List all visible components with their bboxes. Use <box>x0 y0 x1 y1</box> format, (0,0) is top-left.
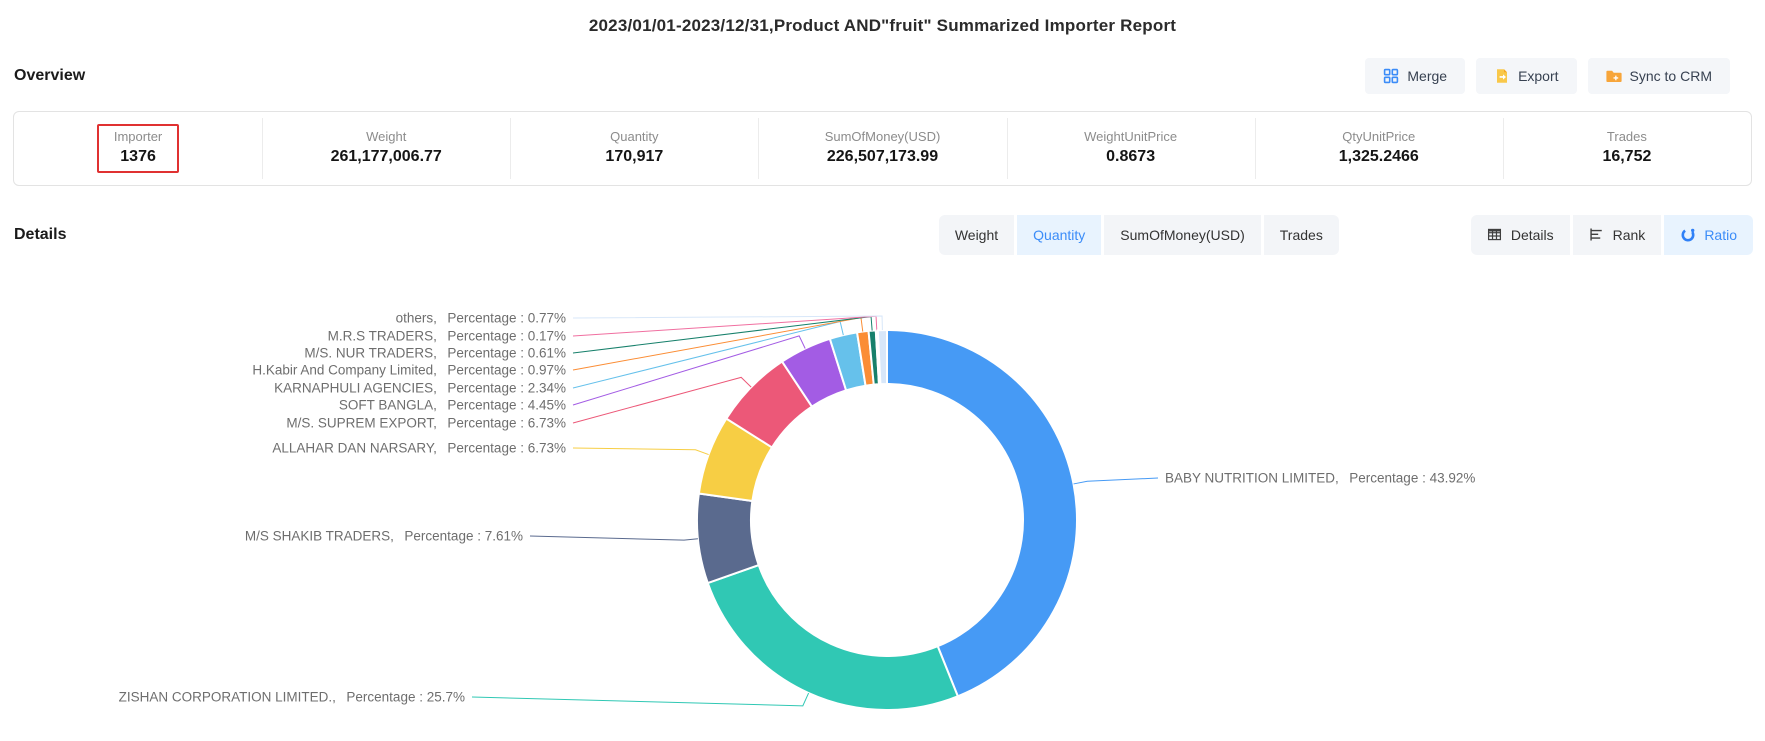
stat-value: 16,752 <box>1602 148 1651 166</box>
pie-leader-line <box>530 536 698 540</box>
table-icon <box>1487 227 1503 243</box>
pie-slice-others[interactable] <box>878 330 887 384</box>
sync-to-crm-button[interactable]: Sync to CRM <box>1588 58 1730 94</box>
pie-slice-zishan-corporation-limited[interactable] <box>708 565 958 710</box>
ratio-view-button[interactable]: Ratio <box>1664 215 1753 255</box>
tab-sumofmoney-usd[interactable]: SumOfMoney(USD) <box>1104 215 1260 255</box>
stat-weight-unit-price: WeightUnitPrice 0.8673 <box>1007 124 1255 173</box>
pie-leader-line <box>573 377 751 423</box>
tab-weight[interactable]: Weight <box>939 215 1014 255</box>
merge-button[interactable]: Merge <box>1365 58 1465 94</box>
details-view-button[interactable]: Details <box>1471 215 1570 255</box>
pie-label: BABY NUTRITION LIMITED, Percentage : 43.… <box>1165 471 1475 486</box>
view-button-label: Ratio <box>1704 227 1737 243</box>
pie-label: ALLAHAR DAN NARSARY, Percentage : 6.73% <box>272 441 566 456</box>
overview-header-row: Overview Merge Export Sync to CRM <box>14 58 1730 94</box>
stat-label: QtyUnitPrice <box>1339 129 1419 144</box>
stat-label: WeightUnitPrice <box>1084 129 1177 144</box>
pie-leader-line <box>573 316 877 336</box>
stat-label: Weight <box>331 129 442 144</box>
rank-view-button[interactable]: Rank <box>1573 215 1662 255</box>
stat-value: 226,507,173.99 <box>825 148 941 166</box>
details-heading: Details <box>14 226 66 244</box>
export-button[interactable]: Export <box>1476 58 1576 94</box>
pie-leader-line <box>1074 478 1158 484</box>
stat-qty-unit-price: QtyUnitPrice 1,325.2466 <box>1255 124 1503 173</box>
pie-label: KARNAPHULI AGENCIES, Percentage : 2.34% <box>274 381 566 396</box>
pie-label: M/S SHAKIB TRADERS, Percentage : 7.61% <box>245 529 523 544</box>
ratio-icon <box>1680 227 1696 243</box>
stat-importer: Importer 1376 <box>14 124 262 173</box>
stat-value: 1376 <box>114 148 162 166</box>
page-title: 2023/01/01-2023/12/31,Product AND"fruit"… <box>0 0 1765 36</box>
stat-value: 261,177,006.77 <box>331 148 442 166</box>
folder-sync-icon <box>1606 68 1622 84</box>
merge-button-label: Merge <box>1407 68 1447 84</box>
stat-quantity: Quantity 170,917 <box>510 124 758 173</box>
tab-trades[interactable]: Trades <box>1264 215 1339 255</box>
tab-quantity[interactable]: Quantity <box>1017 215 1101 255</box>
view-button-label: Rank <box>1613 227 1646 243</box>
pie-label: M/S. SUPREM EXPORT, Percentage : 6.73% <box>286 416 566 431</box>
overview-stats-card: Importer 1376 Weight 261,177,006.77 Quantity… <box>13 111 1752 186</box>
pie-slice-baby-nutrition-limited[interactable] <box>887 330 1077 696</box>
stat-value: 1,325.2466 <box>1339 148 1419 166</box>
pie-label: others, Percentage : 0.77% <box>396 311 566 326</box>
metric-tabs: WeightQuantitySumOfMoney(USD)Trades <box>939 215 1339 255</box>
donut-chart: BABY NUTRITION LIMITED, Percentage : 43.… <box>0 263 1765 718</box>
stat-weight: Weight 261,177,006.77 <box>262 124 510 173</box>
pie-leader-line <box>573 448 709 455</box>
stat-label: SumOfMoney(USD) <box>825 129 941 144</box>
stat-trades: Trades 16,752 <box>1503 124 1751 173</box>
importer-ratio-chart: BABY NUTRITION LIMITED, Percentage : 43.… <box>0 263 1765 718</box>
overview-actions: Merge Export Sync to CRM <box>1365 58 1730 94</box>
stat-label: Quantity <box>605 129 663 144</box>
overview-heading: Overview <box>14 67 85 85</box>
pie-leader-line <box>472 693 809 706</box>
importer-highlight-box: Importer 1376 <box>97 124 179 173</box>
stat-value: 170,917 <box>605 148 663 166</box>
pie-leader-line <box>573 316 882 330</box>
merge-icon <box>1383 68 1399 84</box>
stat-label: Trades <box>1602 129 1651 144</box>
export-button-label: Export <box>1518 68 1558 84</box>
details-header-row: Details WeightQuantitySumOfMoney(USD)Tra… <box>14 215 1753 255</box>
sync-to-crm-button-label: Sync to CRM <box>1630 68 1712 84</box>
view-buttons: Details Rank Ratio <box>1471 215 1753 255</box>
pie-label: ZISHAN CORPORATION LIMITED., Percentage … <box>119 690 465 705</box>
view-button-label: Details <box>1511 227 1554 243</box>
pie-label: M/S. NUR TRADERS, Percentage : 0.61% <box>304 346 566 361</box>
export-icon <box>1494 68 1510 84</box>
pie-label: M.R.S TRADERS, Percentage : 0.17% <box>328 329 566 344</box>
rank-icon <box>1589 227 1605 243</box>
stat-value: 0.8673 <box>1084 148 1177 166</box>
stat-label: Importer <box>114 129 162 144</box>
pie-label: H.Kabir And Company Limited, Percentage … <box>252 363 566 378</box>
pie-label: SOFT BANGLA, Percentage : 4.45% <box>339 398 566 413</box>
stat-sum-of-money-usd: SumOfMoney(USD) 226,507,173.99 <box>758 124 1006 173</box>
